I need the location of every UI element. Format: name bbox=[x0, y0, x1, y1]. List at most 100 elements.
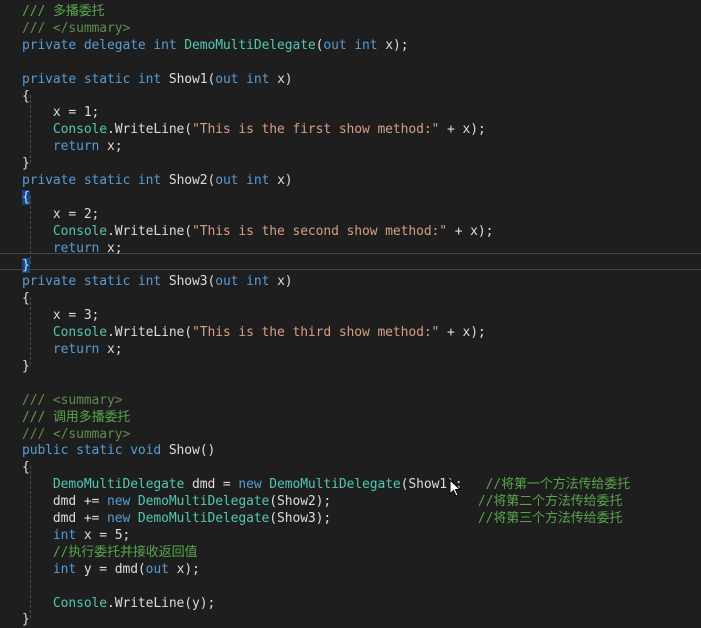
code-token: out bbox=[145, 561, 177, 577]
code-token: out bbox=[215, 274, 247, 290]
code-token: (Show2); bbox=[269, 494, 478, 510]
code-token: /// 多播委托 bbox=[22, 4, 105, 19]
code-line[interactable]: private static int Show3(out int x) bbox=[22, 273, 293, 290]
code-line[interactable]: return x; bbox=[22, 240, 123, 257]
mouse-pointer-icon bbox=[449, 479, 461, 497]
code-token: out bbox=[215, 173, 247, 188]
code-token: x = 2; bbox=[22, 206, 100, 222]
code-line[interactable]: DemoMultiDelegate dmd = new DemoMultiDel… bbox=[22, 476, 630, 493]
code-token: "This is the second show method:" bbox=[192, 223, 447, 239]
code-token: return bbox=[52, 139, 108, 155]
code-token: int bbox=[52, 527, 84, 543]
code-line[interactable]: Console.WriteLine("This is the second sh… bbox=[22, 223, 494, 240]
code-line[interactable]: x = 1; bbox=[22, 104, 99, 121]
code-token: Show() bbox=[168, 443, 216, 459]
code-token: //将第三个方法传给委托 bbox=[477, 511, 623, 526]
code-token: (Show3); bbox=[269, 511, 478, 526]
code-line[interactable]: { bbox=[22, 189, 30, 206]
code-token: return bbox=[52, 342, 108, 357]
code-token: x = 5; bbox=[83, 527, 131, 543]
code-token: x; bbox=[107, 342, 123, 357]
code-token: x) bbox=[277, 71, 293, 87]
code-line[interactable]: int y = dmd(out x); bbox=[22, 561, 200, 578]
code-token: } bbox=[22, 257, 30, 273]
code-token: { bbox=[22, 189, 30, 205]
code-token: x = 3; bbox=[22, 308, 100, 324]
code-token: public bbox=[22, 443, 77, 459]
code-line[interactable]: private delegate int DemoMultiDelegate(o… bbox=[22, 37, 409, 54]
code-token: } bbox=[22, 156, 30, 172]
code-line[interactable]: /// <summary> bbox=[22, 392, 123, 409]
code-token: x) bbox=[277, 173, 293, 188]
code-line[interactable]: } bbox=[22, 358, 30, 375]
code-line[interactable]: x = 3; bbox=[22, 307, 99, 324]
code-line[interactable]: } bbox=[22, 611, 30, 628]
code-token: x); bbox=[176, 561, 200, 577]
code-line[interactable]: dmd += new DemoMultiDelegate(Show3); //将… bbox=[22, 510, 623, 527]
code-line[interactable]: x = 2; bbox=[22, 206, 99, 223]
code-token: int bbox=[52, 561, 84, 577]
code-token: { bbox=[22, 88, 30, 104]
code-token: /// </summary> bbox=[22, 426, 131, 442]
code-token: Console bbox=[52, 325, 108, 341]
code-token: dmd = bbox=[184, 477, 239, 493]
code-token: int bbox=[246, 173, 278, 188]
code-token: + x); bbox=[439, 122, 486, 138]
code-line[interactable]: private static int Show1(out int x) bbox=[22, 71, 293, 88]
code-token: int bbox=[354, 37, 386, 53]
code-token: int bbox=[246, 71, 278, 87]
code-token: private bbox=[22, 71, 84, 87]
code-line[interactable]: Console.WriteLine("This is the first sho… bbox=[22, 121, 486, 138]
code-token: /// 调用多播委托 bbox=[22, 409, 131, 425]
code-token: .WriteLine( bbox=[107, 122, 193, 138]
code-token: x = 1; bbox=[22, 105, 100, 121]
code-token: private bbox=[22, 173, 84, 188]
code-token: "This is the third show method:" bbox=[192, 325, 440, 341]
code-line[interactable]: /// </summary> bbox=[22, 20, 130, 37]
code-token: static bbox=[83, 71, 138, 87]
code-line[interactable]: { bbox=[22, 459, 30, 476]
code-line[interactable]: Console.WriteLine(y); bbox=[22, 595, 215, 612]
code-token: //将第二个方法传给委托 bbox=[477, 494, 623, 510]
code-token: + x); bbox=[439, 325, 486, 341]
code-token: "This is the first show method:" bbox=[192, 122, 440, 138]
code-token: //执行委托并接收返回值 bbox=[52, 544, 198, 560]
code-line[interactable]: int x = 5; bbox=[22, 527, 130, 544]
code-line[interactable]: Console.WriteLine("This is the third sho… bbox=[22, 324, 486, 341]
code-token: void bbox=[130, 443, 169, 459]
code-line[interactable]: } bbox=[22, 257, 30, 274]
code-token: int bbox=[137, 173, 169, 188]
code-line[interactable]: public static void Show() bbox=[22, 442, 215, 459]
code-token: new bbox=[107, 511, 138, 526]
code-line[interactable]: { bbox=[22, 88, 30, 105]
code-token: + x); bbox=[447, 223, 494, 239]
code-line[interactable]: //执行委托并接收返回值 bbox=[22, 544, 198, 561]
code-token: x; bbox=[107, 139, 123, 155]
code-token: private bbox=[22, 274, 84, 290]
code-line[interactable]: /// 调用多播委托 bbox=[22, 409, 130, 426]
code-token: out bbox=[215, 71, 247, 87]
code-token: delegate bbox=[83, 37, 154, 53]
code-line[interactable]: return x; bbox=[22, 341, 123, 358]
code-token: out bbox=[323, 37, 355, 53]
code-line[interactable]: /// </summary> bbox=[22, 426, 130, 443]
code-token: return bbox=[52, 240, 108, 256]
code-line[interactable]: private static int Show2(out int x) bbox=[22, 172, 293, 189]
code-token: Show2( bbox=[168, 173, 216, 188]
code-line[interactable]: { bbox=[22, 290, 30, 307]
code-token: { bbox=[22, 291, 30, 307]
code-line[interactable]: } bbox=[22, 155, 30, 172]
code-editor[interactable]: /// 多播委托/// </summary> private delegate i… bbox=[0, 0, 701, 627]
code-line[interactable]: dmd += new DemoMultiDelegate(Show2); //将… bbox=[22, 493, 623, 510]
code-line[interactable]: /// 多播委托 bbox=[22, 3, 105, 20]
code-token: DemoMultiDelegate bbox=[52, 477, 185, 493]
code-token: static bbox=[83, 173, 138, 188]
code-line[interactable]: return x; bbox=[22, 138, 123, 155]
